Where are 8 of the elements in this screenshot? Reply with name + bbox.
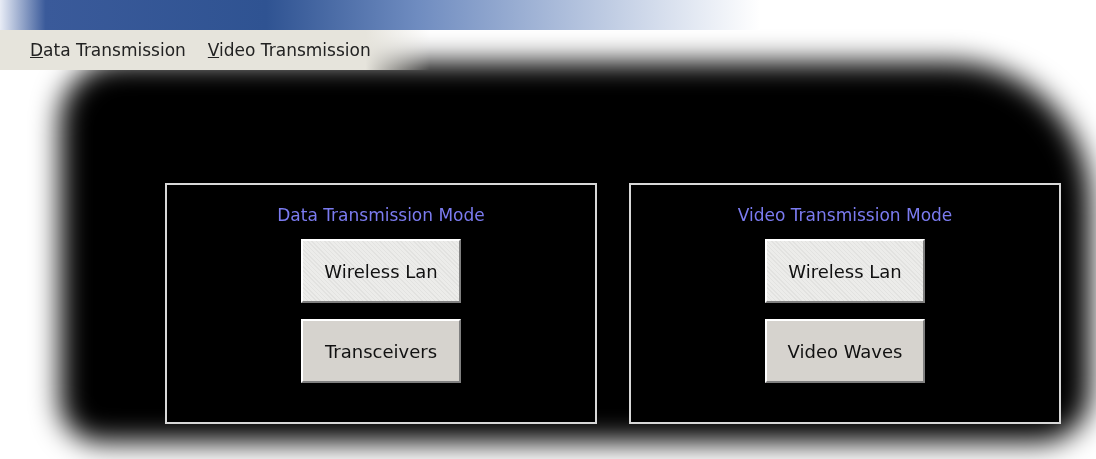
menu-item[interactable]: Data Transmission [30, 40, 186, 60]
mode-button[interactable]: Video Waves [765, 319, 925, 383]
menu-item[interactable]: Video Transmission [207, 40, 371, 60]
mode-button[interactable]: Wireless Lan [765, 239, 925, 303]
panel-title: Video Transmission Mode [737, 205, 953, 225]
panel-title: Data Transmission Mode [277, 205, 485, 225]
mode-button[interactable]: Transceivers [301, 319, 461, 383]
mode-button[interactable]: Wireless Lan [301, 239, 461, 303]
